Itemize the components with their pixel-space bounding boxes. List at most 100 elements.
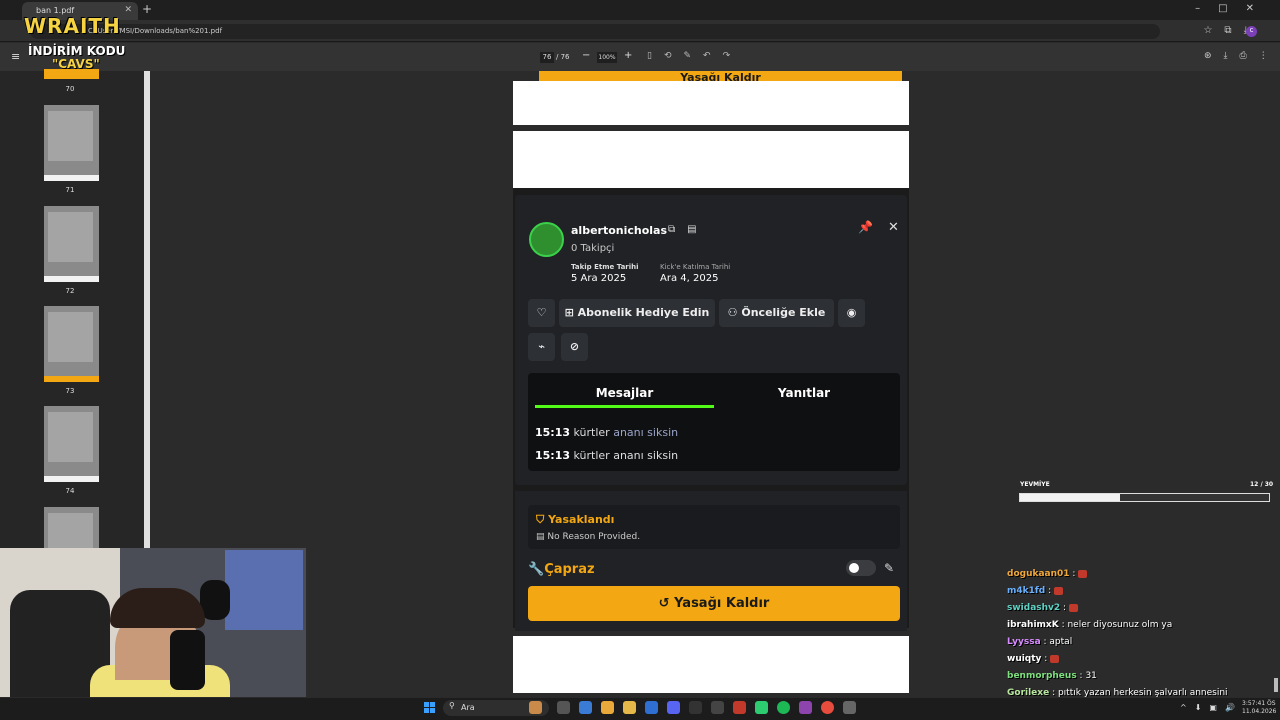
active-tab-indicator <box>535 405 714 408</box>
taskbar-app-icon[interactable] <box>645 701 658 714</box>
pdf-toolbar <box>0 43 1280 71</box>
taskbar-app-icon[interactable] <box>799 701 812 714</box>
windows-icon[interactable] <box>424 702 436 714</box>
browser-tab-bar <box>0 0 1280 20</box>
message-text: kürtler ananı siksin <box>573 449 679 462</box>
chat-line: swidashv2 : <box>1007 603 1078 613</box>
add-priority-button[interactable]: ⚇ Önceliğe Ekle <box>719 299 834 327</box>
sidebar-scrollbar[interactable] <box>144 71 150 549</box>
taskbar-app-icon[interactable] <box>623 701 636 714</box>
new-tab-icon[interactable]: + <box>142 2 152 16</box>
follow-date-label: Takip Etme Tarihi <box>571 263 639 271</box>
ban-reason-text: No Reason Provided. <box>547 532 641 542</box>
thumbnail-number: 71 <box>65 186 75 194</box>
taskbar-app-icon[interactable] <box>711 701 724 714</box>
ban-status-box <box>528 505 900 549</box>
message-time: 15:13 <box>535 449 571 462</box>
copy-icon[interactable]: ⧉▤ <box>668 224 709 235</box>
taskbar-app-icon[interactable] <box>689 701 702 714</box>
taskbar-app-icon[interactable] <box>601 701 614 714</box>
thumbnail-page[interactable] <box>44 507 99 549</box>
gift-icon: ⊞ <box>564 306 578 319</box>
chat-username: swidashv2 <box>1007 603 1061 613</box>
unban-label: Yasağı Kaldır <box>674 596 770 611</box>
chat-line: wuiqty : <box>1007 654 1060 664</box>
taskbar-app-icon[interactable] <box>843 701 856 714</box>
fit-rotate-icons[interactable]: ▯⟲✎↶↷ <box>647 51 742 61</box>
chat-line: benmorpheus : 31 <box>1007 671 1097 681</box>
chat-username: ibrahimxK <box>1007 620 1059 630</box>
sponsor-code: "CAVS" <box>52 57 100 71</box>
ban-reason: ▤ No Reason Provided. <box>536 532 640 542</box>
unban-button-previous-page[interactable]: Yasağı Kaldır <box>539 71 902 81</box>
menu-icon[interactable]: ≡ <box>11 50 20 63</box>
tab-messages[interactable]: Mesajlar <box>535 386 714 400</box>
taskbar-app-icon[interactable] <box>755 701 768 714</box>
chat-username: wuiqty <box>1007 654 1042 664</box>
taskbar-app-icon[interactable] <box>777 701 790 714</box>
user-add-icon: ⚇ <box>727 306 742 319</box>
document-scrollbar[interactable] <box>1272 71 1280 699</box>
zoom-input[interactable]: 100% <box>597 52 617 63</box>
priority-label: Önceliğe Ekle <box>741 306 826 319</box>
note-icon: ▤ <box>536 532 548 542</box>
pdf-page-blank <box>513 636 909 693</box>
gift-sub-label: Abonelik Hediye Edin <box>577 306 710 319</box>
system-tray[interactable]: ^⬇▣🔊 <box>1180 703 1243 712</box>
timeout-icon[interactable]: ⌁ <box>528 333 555 361</box>
join-date: Ara 4, 2025 <box>660 273 719 284</box>
webcam-microphone <box>170 630 205 690</box>
sponsor-logo: WRAITH <box>24 14 121 38</box>
window-controls[interactable]: –□✕ <box>1195 3 1272 14</box>
thumbnail-number: 70 <box>65 85 75 93</box>
webcam-figurine <box>200 580 230 620</box>
chat-text: neler diyosunuz olm ya <box>1067 620 1173 630</box>
chat-separator: : <box>1060 603 1069 613</box>
chat-text: aptal <box>1049 637 1073 647</box>
taskbar-app-icon[interactable] <box>733 701 746 714</box>
taskbar-app-icon[interactable] <box>529 701 542 714</box>
pin-icon[interactable]: 📌 <box>858 220 873 234</box>
clock-time: 3:57:41 ÖS <box>1242 700 1276 707</box>
emote-icon <box>1068 603 1078 612</box>
chat-line: m4k1fd : <box>1007 586 1064 596</box>
zoom-in-icon[interactable]: + <box>624 50 632 61</box>
scrollbar-thumb[interactable] <box>1274 678 1278 692</box>
taskbar-app-icon[interactable] <box>579 701 592 714</box>
chat-text: 31 <box>1085 671 1097 681</box>
avatar <box>529 222 564 257</box>
taskbar-app-icon[interactable] <box>557 701 570 714</box>
tab-replies[interactable]: Yanıtlar <box>714 386 894 400</box>
search-icon: ⚲ <box>449 701 455 710</box>
pencil-icon[interactable]: ✎ <box>884 561 894 575</box>
taskbar-clock[interactable]: 3:57:41 ÖS 11.04.2026 <box>1242 700 1276 716</box>
profile-avatar[interactable]: c <box>1246 26 1257 37</box>
eye-icon[interactable]: ◉ <box>838 299 865 327</box>
url-field[interactable]: C:/Users/MSI/Downloads/ban%201.pdf <box>30 24 1160 39</box>
thumbnail-page[interactable] <box>44 105 99 181</box>
heart-icon[interactable]: ♡ <box>528 299 555 327</box>
tab-close-icon[interactable]: ✕ <box>124 5 132 15</box>
pdf-page-blank <box>513 81 909 125</box>
webcam-hair <box>110 588 205 628</box>
thumbnail-sidebar: 70 71 72 73 74 <box>0 69 148 549</box>
download-print-icons[interactable]: ⊛⤓⎙⋮ <box>1204 51 1280 61</box>
chat-message: 15:13 kürtler ananı siksin <box>535 426 678 439</box>
emote-icon <box>1054 586 1064 595</box>
capraz-label: Çapraz <box>544 562 595 577</box>
gift-sub-button[interactable]: ⊞ Abonelik Hediye Edin <box>559 299 715 327</box>
thumbnail-page[interactable] <box>44 306 99 382</box>
thumbnail-page[interactable] <box>44 206 99 282</box>
shield-icon: ⛉ <box>536 513 549 526</box>
zoom-out-icon[interactable]: − <box>582 50 590 61</box>
page-number-input[interactable]: 76 <box>540 52 554 63</box>
close-icon[interactable]: ✕ <box>888 220 899 235</box>
chat-username: m4k1fd <box>1007 586 1046 596</box>
ban-icon[interactable]: ⊘ <box>561 333 588 361</box>
toggle-knob <box>849 563 859 573</box>
taskbar-app-icon[interactable] <box>821 701 834 714</box>
unban-button[interactable]: ↺ Yasağı Kaldır <box>528 586 900 621</box>
taskbar-app-icon[interactable] <box>667 701 680 714</box>
ban-status: ⛉ Yasaklandı <box>536 513 614 527</box>
thumbnail-page[interactable] <box>44 406 99 482</box>
